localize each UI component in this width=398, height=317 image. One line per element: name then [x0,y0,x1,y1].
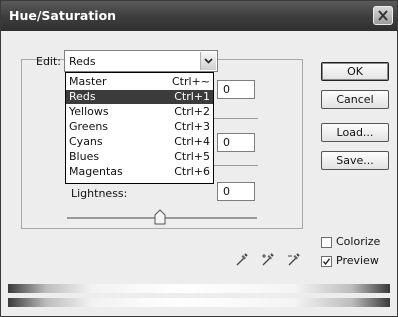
hue-field[interactable]: 0 [217,80,255,99]
colorize-label: Colorize [336,235,381,248]
title-bar[interactable]: Hue/Saturation [1,1,397,31]
slider-thumb-icon[interactable] [154,209,166,225]
edit-dropdown-list: Master Ctrl+~ Reds Ctrl+1 Yellows Ctrl+2… [65,72,214,184]
close-icon [378,10,388,21]
lightness-field[interactable]: 0 [217,182,255,201]
preview-label: Preview [336,254,379,267]
cancel-button[interactable]: Cancel [321,90,389,109]
dropdown-item-cyans[interactable]: Cyans Ctrl+4 [66,135,213,149]
save-button[interactable]: Save... [321,151,389,170]
lightness-value: 0 [223,185,230,198]
saturation-slider-track[interactable] [214,165,258,166]
output-color-bar [8,298,390,307]
eyedropper-plus-icon[interactable] [260,251,276,267]
hue-saturation-dialog: Hue/Saturation Edit: Reds 0 0 Lightness:… [0,0,398,317]
dropdown-item-magentas[interactable]: Magentas Ctrl+6 [66,165,213,179]
dropdown-item-reds[interactable]: Reds Ctrl+1 [66,90,213,104]
edit-select[interactable]: Reds [64,50,218,72]
saturation-value: 0 [223,136,230,149]
chevron-down-icon [204,58,213,64]
dropdown-item-yellows[interactable]: Yellows Ctrl+2 [66,105,213,119]
load-button[interactable]: Load... [321,123,389,142]
preview-checkbox[interactable] [321,256,332,267]
input-color-bar [8,284,390,293]
hue-value: 0 [223,83,230,96]
dropdown-item-master[interactable]: Master Ctrl+~ [66,75,213,89]
eyedropper-minus-icon[interactable] [286,251,302,267]
colorize-checkbox[interactable] [321,237,332,248]
checkmark-icon [322,258,331,266]
select-arrow-button[interactable] [200,52,216,70]
dropdown-item-greens[interactable]: Greens Ctrl+3 [66,120,213,134]
window-title: Hue/Saturation [9,8,117,23]
dropdown-item-blues[interactable]: Blues Ctrl+5 [66,150,213,164]
edit-select-value: Reds [69,55,96,68]
saturation-field[interactable]: 0 [217,133,255,152]
hue-slider-track[interactable] [214,118,258,119]
ok-button[interactable]: OK [321,62,389,81]
lightness-label: Lightness: [71,187,128,200]
eyedropper-icon[interactable] [234,251,250,267]
edit-label: Edit: [36,55,62,68]
close-button[interactable] [373,6,393,25]
